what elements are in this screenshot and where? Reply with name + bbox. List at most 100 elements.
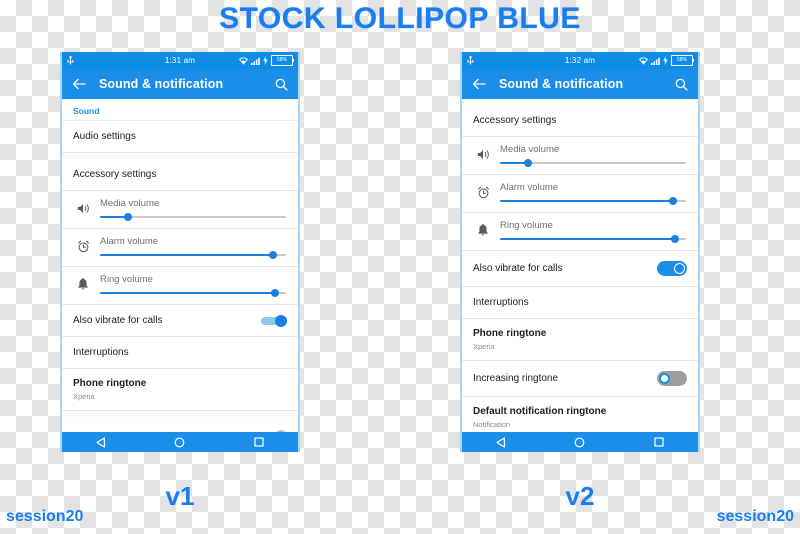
- settings-list-v2[interactable]: Accessory settings Media volume Alarm vo…: [462, 99, 698, 432]
- alarm-volume-slider[interactable]: [100, 251, 286, 259]
- slider-thumb[interactable]: [270, 289, 279, 297]
- battery-percent: 58%: [276, 57, 287, 63]
- app-bar: Sound & notification: [62, 69, 298, 99]
- watermark-right: session20: [716, 508, 794, 525]
- toggle-knob: [674, 263, 685, 274]
- app-bar-title: Sound & notification: [499, 77, 624, 91]
- ring-volume-slider[interactable]: [500, 235, 686, 243]
- nav-recents-square-icon[interactable]: [648, 435, 670, 449]
- charging-bolt-icon: [663, 56, 668, 65]
- status-bar: 1:31 am 58%: [62, 52, 298, 69]
- wifi-icon: [639, 56, 648, 65]
- list-item-interruptions[interactable]: Interruptions: [62, 337, 298, 369]
- list-item-audio-settings[interactable]: Audio settings: [62, 121, 298, 153]
- slider-thumb[interactable]: [523, 159, 532, 167]
- list-item-ring-volume[interactable]: Ring volume: [462, 213, 698, 251]
- list-item-alarm-volume[interactable]: Alarm volume: [62, 229, 298, 267]
- list-item-ring-volume[interactable]: Ring volume: [62, 267, 298, 305]
- battery-indicator: 58%: [271, 55, 294, 66]
- signal-bars-icon: [251, 57, 260, 65]
- list-item-phone-ringtone[interactable]: Phone ringtone Xperia: [462, 319, 698, 361]
- list-item-media-volume[interactable]: Media volume: [462, 137, 698, 175]
- nav-home-circle-icon[interactable]: [569, 435, 591, 449]
- wifi-icon: [239, 56, 248, 65]
- nav-recents-square-icon[interactable]: [248, 435, 270, 449]
- ring-volume-slider[interactable]: [100, 289, 286, 297]
- back-arrow-icon[interactable]: [471, 76, 487, 92]
- list-item-label: Also vibrate for calls: [473, 263, 563, 274]
- list-item-accessory-settings[interactable]: Accessory settings: [462, 105, 698, 137]
- nav-bar: [62, 432, 298, 452]
- section-header-sound: Sound: [62, 99, 298, 121]
- list-item-sublabel: Xperia: [73, 392, 95, 401]
- toggle-knob: [659, 373, 670, 384]
- list-item-phone-ringtone[interactable]: Phone ringtone Xperia: [62, 369, 298, 411]
- toggle-knob: [275, 430, 287, 432]
- list-item-label: Phone ringtone: [73, 378, 147, 389]
- slider-fill: [500, 200, 673, 202]
- slider-fill: [500, 238, 675, 240]
- list-item-sublabel: Notification: [473, 420, 511, 429]
- list-item-label: Default notification ringtone: [473, 406, 607, 417]
- increasing-ringtone-toggle[interactable]: [657, 371, 687, 386]
- partial-toggle[interactable]: [261, 430, 287, 432]
- phone-screenshot-v2: 1:32 am 58% Sound & notification Accesso…: [460, 52, 700, 452]
- list-item-alarm-volume[interactable]: Alarm volume: [462, 175, 698, 213]
- search-icon[interactable]: [673, 76, 689, 92]
- slider-thumb[interactable]: [123, 213, 132, 221]
- list-item-default-notification-ringtone[interactable]: Default notification ringtone Notificati…: [462, 397, 698, 432]
- app-bar-title: Sound & notification: [99, 77, 224, 91]
- list-item-accessory-settings[interactable]: Accessory settings: [62, 159, 298, 191]
- watermark-left: session20: [6, 508, 84, 525]
- list-item-also-vibrate-for-calls[interactable]: Also vibrate for calls: [62, 305, 298, 337]
- list-item-label: Phone ringtone: [473, 328, 547, 339]
- nav-back-triangle-icon[interactable]: [490, 435, 512, 449]
- alarm-clock-icon: [472, 186, 494, 199]
- also-vibrate-toggle[interactable]: [261, 314, 287, 327]
- list-item-interruptions[interactable]: Interruptions: [462, 287, 698, 319]
- alarm-volume-slider[interactable]: [500, 197, 686, 205]
- slider-label: Media volume: [100, 198, 160, 209]
- slider-label: Ring volume: [500, 220, 553, 231]
- settings-list-v1[interactable]: Sound Audio settings Accessory settings …: [62, 99, 298, 432]
- list-item-media-volume[interactable]: Media volume: [62, 191, 298, 229]
- slider-label: Ring volume: [100, 274, 153, 285]
- speaker-icon: [472, 149, 494, 160]
- slider-thumb[interactable]: [268, 251, 277, 259]
- slider-label: Alarm volume: [100, 236, 159, 247]
- search-icon[interactable]: [273, 76, 289, 92]
- page-title: STOCK LOLLIPOP BLUE: [219, 2, 581, 35]
- toggle-knob: [275, 314, 287, 327]
- bell-icon: [472, 223, 494, 237]
- bell-icon: [72, 277, 94, 291]
- back-arrow-icon[interactable]: [71, 76, 87, 92]
- canvas: STOCK LOLLIPOP BLUE 1:31 am 58% Sound & …: [0, 0, 800, 534]
- status-bar: 1:32 am 58%: [462, 52, 698, 69]
- caption-v2: v2: [565, 481, 595, 511]
- list-item-partially-visible[interactable]: [62, 417, 298, 432]
- list-item-increasing-ringtone[interactable]: Increasing ringtone: [462, 361, 698, 397]
- app-bar: Sound & notification: [462, 69, 698, 99]
- nav-back-triangle-icon[interactable]: [90, 435, 112, 449]
- also-vibrate-toggle[interactable]: [657, 261, 687, 276]
- media-volume-slider[interactable]: [500, 159, 686, 167]
- speaker-icon: [72, 203, 94, 214]
- signal-bars-icon: [651, 57, 660, 65]
- slider-thumb[interactable]: [670, 235, 679, 243]
- slider-fill: [100, 292, 275, 294]
- battery-indicator: 58%: [671, 55, 694, 66]
- slider-thumb[interactable]: [668, 197, 677, 205]
- slider-label: Media volume: [500, 144, 560, 155]
- list-item-also-vibrate-for-calls[interactable]: Also vibrate for calls: [462, 251, 698, 287]
- list-item-label: Increasing ringtone: [473, 373, 559, 384]
- slider-label: Alarm volume: [500, 182, 559, 193]
- slider-fill: [100, 254, 273, 256]
- media-volume-slider[interactable]: [100, 213, 286, 221]
- list-item-label: Also vibrate for calls: [73, 315, 163, 326]
- nav-bar: [462, 432, 698, 452]
- alarm-clock-icon: [72, 240, 94, 253]
- caption-v1: v1: [165, 481, 195, 511]
- list-item-sublabel: Xperia: [473, 342, 495, 351]
- nav-home-circle-icon[interactable]: [169, 435, 191, 449]
- charging-bolt-icon: [263, 56, 268, 65]
